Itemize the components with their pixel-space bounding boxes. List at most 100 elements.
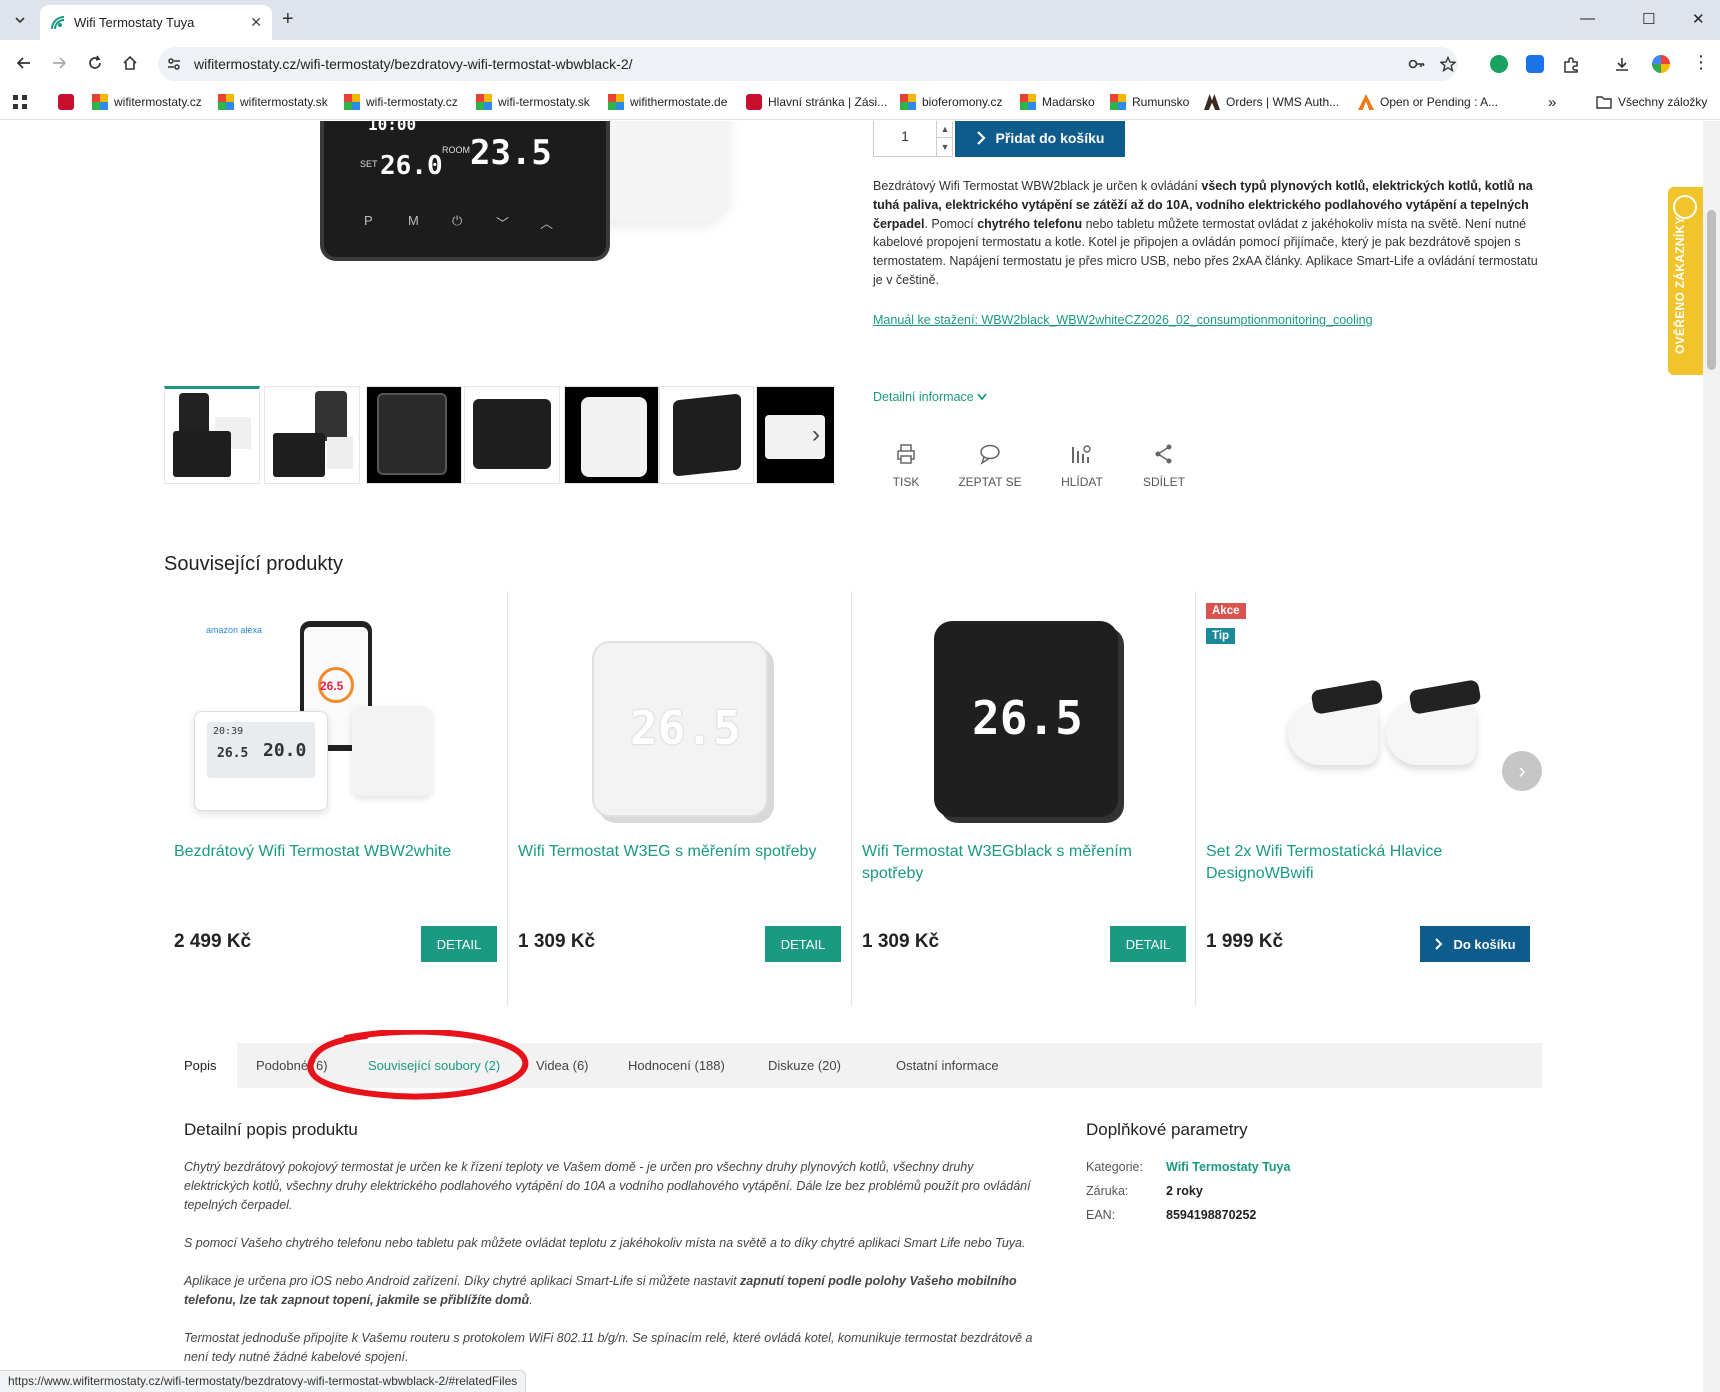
product-name-link[interactable]: Wifi Termostat W3EG s měřením spotřeby (518, 841, 838, 863)
thermostat-image: 10:00 SET 26.0 ROOM 23.5 P M ⏻ ﹀ ︿ (320, 121, 610, 261)
bookmark-7[interactable]: Madarsko (1020, 92, 1095, 112)
menu-kebab-icon[interactable]: ⋮ (1692, 52, 1710, 73)
bookmark-3[interactable]: wifi-termostaty.sk (476, 92, 590, 112)
all-bookmarks-button[interactable]: Všechny záložky (1596, 92, 1707, 112)
browser-tab-active[interactable]: Wifi Termostaty Tuya ✕ (40, 5, 272, 40)
chevron-down-icon (977, 393, 987, 401)
extensions-puzzle-icon[interactable] (1562, 56, 1580, 77)
bookmark-2[interactable]: wifi-termostaty.cz (344, 92, 458, 112)
bookmark-shield[interactable] (58, 92, 74, 112)
scrollbar-thumb[interactable] (1707, 210, 1716, 370)
thumbnail-7[interactable] (756, 386, 834, 484)
product-name-link[interactable]: Bezdrátový Wifi Termostat WBW2white (174, 841, 494, 863)
bookmark-6[interactable]: bioferomony.cz (900, 92, 1002, 112)
password-key-icon[interactable] (1408, 56, 1426, 75)
forward-icon[interactable] (49, 53, 69, 73)
lcd-set: 26.5 (217, 746, 249, 761)
reload-icon[interactable] (85, 53, 105, 73)
chevron-down-icon (15, 17, 25, 24)
bookmarks-overflow-icon[interactable]: » (1548, 92, 1556, 112)
fa-extension-icon[interactable] (1526, 55, 1544, 73)
bookmark-8[interactable]: Rumunsko (1110, 92, 1189, 112)
product-image[interactable]: 26.5 (528, 611, 828, 831)
thumbnail-1[interactable] (164, 386, 260, 484)
tab-search-button[interactable] (8, 8, 32, 32)
thumbnail-2[interactable] (264, 386, 360, 484)
apps-grid-icon[interactable] (12, 92, 28, 112)
bookmark-label: wifitermostaty.sk (240, 95, 328, 109)
param-category-link[interactable]: Wifi Termostaty Tuya (1166, 1160, 1290, 1174)
bookmark-9[interactable]: Orders | WMS Auth... (1204, 92, 1339, 112)
product-name-link[interactable]: Wifi Termostat W3EGblack s měřením spotř… (862, 841, 1182, 885)
product-price: 1 309 Kč (518, 931, 596, 952)
tab-hodnoceni[interactable]: Hodnocení (188) (608, 1043, 745, 1088)
bookmark-label: Open or Pending : A... (1380, 95, 1499, 109)
maximize-icon[interactable]: ☐ (1642, 10, 1655, 28)
detail-button[interactable]: DETAIL (765, 926, 841, 962)
param-label: EAN: (1086, 1208, 1116, 1222)
main-product-image[interactable]: 10:00 SET 26.0 ROOM 23.5 P M ⏻ ﹀ ︿ (320, 121, 730, 281)
status-bar-url: https://www.wifitermostaty.cz/wifi-termo… (0, 1370, 527, 1392)
action-share[interactable]: SDÍLET (1124, 443, 1204, 489)
action-label: HLÍDAT (1061, 475, 1103, 489)
bookmark-0[interactable]: wifitermostaty.cz (92, 92, 202, 112)
detail-info-toggle[interactable]: Detailní informace (873, 390, 987, 404)
thumbnail-strip (164, 386, 834, 486)
product-image[interactable]: amazon alexa 26.5 20:39 26.5 20.0 (184, 611, 484, 831)
thumbnail-6[interactable] (658, 386, 754, 484)
device-display: 26.5 (972, 691, 1083, 745)
product-image[interactable]: 26.5 (872, 611, 1172, 831)
bookmark-1[interactable]: wifitermostaty.sk (218, 92, 328, 112)
close-window-icon[interactable]: ✕ (1692, 10, 1705, 28)
detail-button[interactable]: DETAIL (421, 926, 497, 962)
product-name-link[interactable]: Set 2x Wifi Termostatická Hlavice Design… (1206, 841, 1526, 885)
action-print[interactable]: TISK (866, 443, 946, 489)
home-icon[interactable] (120, 53, 140, 73)
download-icon[interactable] (1614, 56, 1630, 75)
bookmark-5[interactable]: Hlavní stránka | Zási... (746, 92, 887, 112)
bookmark-10[interactable]: Open or Pending : A... (1358, 92, 1498, 112)
bookmark-star-icon[interactable] (1439, 55, 1457, 75)
app-temp: 26.5 (320, 679, 344, 693)
tab-diskuze[interactable]: Diskuze (20) (748, 1043, 861, 1088)
add-to-cart-button[interactable]: Přidat do košíku (955, 121, 1125, 157)
qty-down-icon[interactable]: ▼ (936, 138, 953, 156)
tab-ostatni[interactable]: Ostatní informace (876, 1043, 1019, 1088)
related-products-title: Související produkty (164, 553, 343, 575)
qty-up-icon[interactable]: ▲ (936, 121, 953, 138)
profile-avatar[interactable] (1652, 55, 1670, 73)
chat-icon (980, 444, 1000, 465)
bookmark-label: wifitermostaty.cz (114, 95, 202, 109)
desc-paragraph: S pomocí Vašeho chytrého telefonu nebo t… (184, 1236, 1026, 1250)
add-to-cart-small-button[interactable]: Do košíku (1420, 926, 1530, 962)
share-icon (1155, 444, 1172, 464)
thumbnail-4[interactable] (464, 386, 560, 484)
new-tab-icon[interactable]: + (282, 8, 294, 31)
device-display: 26.5 (630, 701, 741, 755)
thumbnails-next-icon[interactable]: › (812, 421, 820, 449)
action-label: TISK (892, 475, 920, 489)
thumbnail-3[interactable] (366, 386, 462, 484)
tab-close-icon[interactable]: ✕ (250, 14, 262, 31)
address-bar[interactable]: wifitermostaty.cz/wifi-termostaty/bezdra… (158, 47, 1458, 81)
action-ask[interactable]: ZEPTAT SE (950, 443, 1030, 489)
product-image[interactable] (1216, 611, 1516, 831)
thumbnail-5[interactable] (564, 386, 660, 484)
carousel-next-icon[interactable]: › (1502, 751, 1542, 791)
params-title: Doplňkové parametry (1086, 1120, 1248, 1139)
site-settings-icon[interactable] (166, 56, 182, 75)
bookmark-4[interactable]: wifithermostate.de (608, 92, 727, 112)
action-label: SDÍLET (1142, 475, 1185, 489)
action-watch[interactable]: HLÍDAT (1042, 443, 1122, 489)
detail-button[interactable]: DETAIL (1110, 926, 1186, 962)
bookmark-label: Rumunsko (1132, 95, 1190, 109)
bookmark-label: Hlavní stránka | Zási... (768, 95, 888, 109)
quantity-stepper[interactable]: 1 ▲ ▼ (873, 121, 953, 157)
grammarly-extension-icon[interactable] (1490, 55, 1508, 73)
tab-popis[interactable]: Popis (164, 1043, 237, 1088)
back-icon[interactable] (14, 53, 34, 73)
quantity-value[interactable]: 1 (874, 128, 936, 144)
minimize-icon[interactable]: — (1580, 10, 1595, 27)
manual-download-link[interactable]: Manuál ke stažení: WBW2black_WBW2whiteCZ… (873, 313, 1373, 327)
product-price: 2 499 Kč (174, 931, 252, 952)
